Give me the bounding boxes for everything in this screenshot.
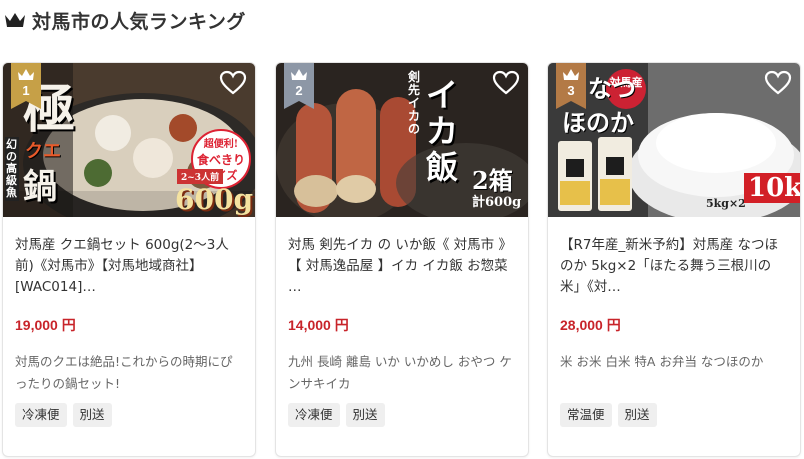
image-side-label: 幻の高級魚 xyxy=(5,137,19,201)
crown-icon xyxy=(5,13,25,27)
image-weight: 600g xyxy=(175,183,254,216)
ranking-card-2[interactable]: 剣先イカの イカ飯 2箱 計600g 2 対馬 剣先イカ の いか飯《 対馬市 … xyxy=(275,62,529,457)
product-price: 19,000 円 xyxy=(15,317,76,333)
tag-list: 冷凍便 別送 xyxy=(15,403,112,427)
image-headline: なつ xyxy=(588,74,636,103)
product-image[interactable]: 極 クエ 鍋 幻の高級魚 超便利! 食べきり サイズ 2~3人前 600g 1 xyxy=(3,63,255,217)
product-name[interactable]: 対馬 剣先イカ の いか飯《 対馬市 》【 対馬逸品屋 】イカ イカ飯 お惣菜 … xyxy=(288,235,516,298)
rank-badge-bronze: 3 xyxy=(556,63,586,109)
product-description: 九州 長崎 離島 いか いかめし おやつ ケンサキイカ xyxy=(288,354,512,391)
tag-shipping: 常温便 xyxy=(560,403,612,427)
section-header: 対馬市の人気ランキング xyxy=(4,6,246,34)
tag-shipping: 冷凍便 xyxy=(288,403,340,427)
rank-badge-gold: 1 xyxy=(11,63,41,109)
image-subline-2: 鍋 xyxy=(23,167,57,207)
product-image[interactable]: 剣先イカの イカ飯 2箱 計600g 2 xyxy=(276,63,528,217)
image-servings: 2~3人前 xyxy=(177,169,224,184)
tag-separate: 別送 xyxy=(72,403,112,427)
rank-number: 3 xyxy=(567,83,575,98)
image-weight: 計600g xyxy=(472,195,522,210)
product-price: 14,000 円 xyxy=(288,317,349,333)
card-body: 【R7年産_新米予約】対馬産 なつほのか 5kg×2「ほたる舞う三根川の米」《対… xyxy=(560,235,788,456)
product-name[interactable]: 対馬産 クエ鍋セット 600g(2〜3人前)《対馬市》【対馬地域商社】[WAC0… xyxy=(15,235,243,298)
tag-separate: 別送 xyxy=(617,403,657,427)
image-weight: 10kg xyxy=(744,173,800,203)
card-body: 対馬産 クエ鍋セット 600g(2〜3人前)《対馬市》【対馬地域商社】[WAC0… xyxy=(15,235,243,456)
heart-icon[interactable] xyxy=(219,69,247,97)
tag-shipping: 冷凍便 xyxy=(15,403,67,427)
rank-number: 1 xyxy=(22,83,30,98)
product-description: 米 お米 白米 特A お弁当 なつほのか xyxy=(560,354,764,369)
card-body: 対馬 剣先イカ の いか飯《 対馬市 》【 対馬逸品屋 】イカ イカ飯 お惣菜 … xyxy=(288,235,516,456)
product-name[interactable]: 【R7年産_新米予約】対馬産 なつほのか 5kg×2「ほたる舞う三根川の米」《対… xyxy=(560,235,788,298)
product-price: 28,000 円 xyxy=(560,317,621,333)
image-size: 5kg×2 xyxy=(706,197,746,210)
ranking-card-1[interactable]: 極 クエ 鍋 幻の高級魚 超便利! 食べきり サイズ 2~3人前 600g 1 … xyxy=(2,62,256,457)
tag-separate: 別送 xyxy=(345,403,385,427)
ranking-list: 極 クエ 鍋 幻の高級魚 超便利! 食べきり サイズ 2~3人前 600g 1 … xyxy=(0,62,804,459)
tag-list: 冷凍便 別送 xyxy=(288,403,385,427)
image-vertical-label: 剣先イカの xyxy=(408,70,421,136)
rank-badge-silver: 2 xyxy=(284,63,314,109)
heart-icon[interactable] xyxy=(764,69,792,97)
image-headline: イカ飯 xyxy=(426,76,459,186)
product-description: 対馬のクエは絶品!これからの時期にぴったりの鍋セット! xyxy=(15,354,233,391)
rank-number: 2 xyxy=(295,83,303,98)
section-title: 対馬市の人気ランキング xyxy=(32,10,246,33)
ranking-card-3[interactable]: 対馬産 なつ ほのか 5kg×2 10kg 3 【R7年産_新米予約】対馬産 な… xyxy=(547,62,801,457)
tag-list: 常温便 別送 xyxy=(560,403,657,427)
heart-icon[interactable] xyxy=(492,69,520,97)
product-image[interactable]: 対馬産 なつ ほのか 5kg×2 10kg 3 xyxy=(548,63,800,217)
